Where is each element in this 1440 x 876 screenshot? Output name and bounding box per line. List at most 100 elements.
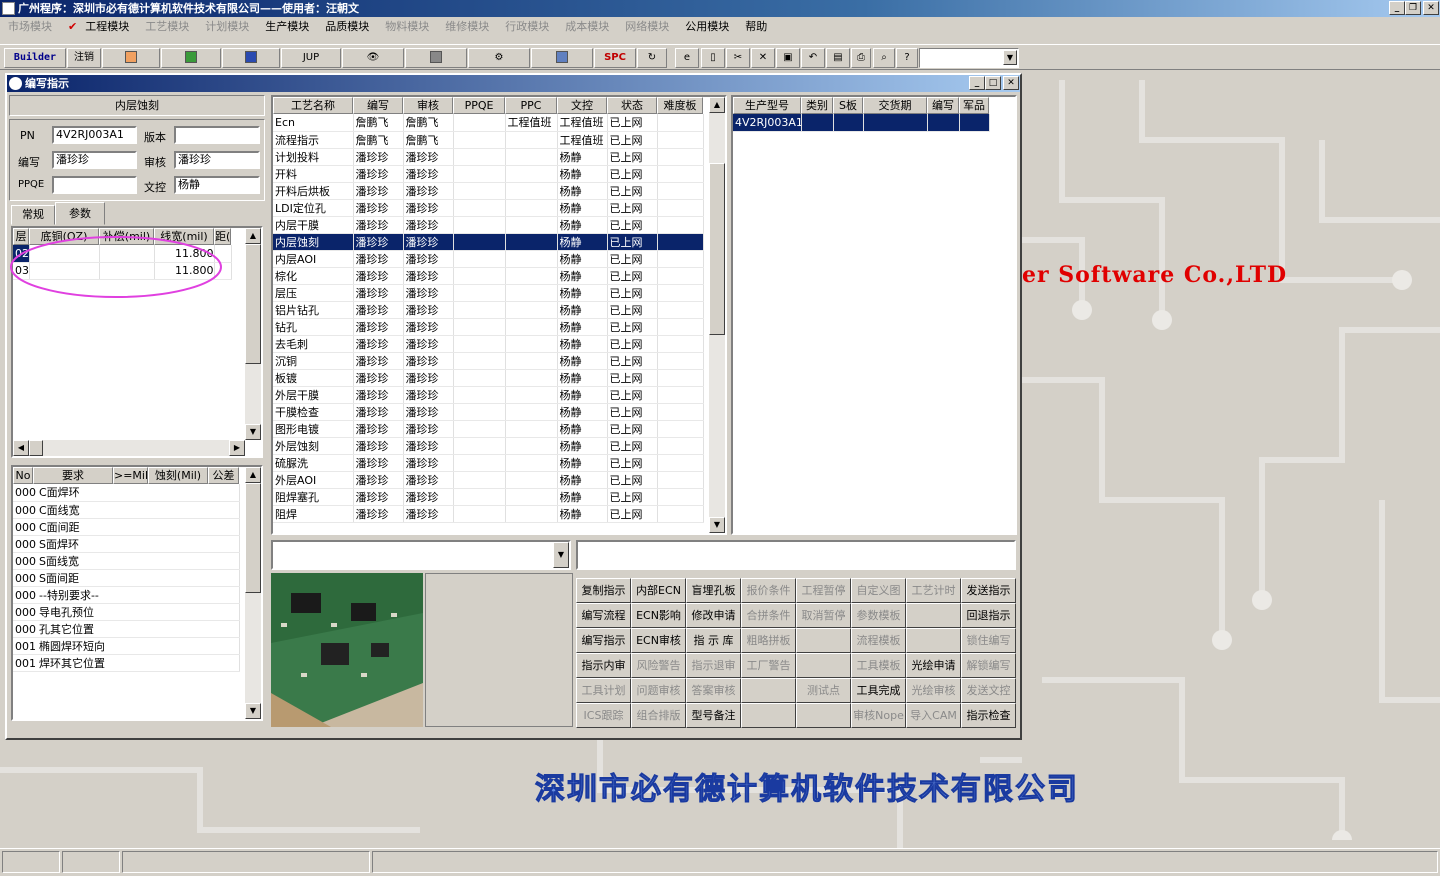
menu-item-5[interactable]: 品质模块 xyxy=(317,17,377,37)
action-button-0-7[interactable]: 发送指示 xyxy=(961,578,1016,603)
process-header-7[interactable]: 难度板 xyxy=(657,97,703,114)
chevron-down-icon[interactable]: ▼ xyxy=(553,542,569,568)
action-button-0-4[interactable]: 工程暂停 xyxy=(796,578,851,603)
action-button-0-6[interactable]: 工艺计时 xyxy=(906,578,961,603)
menu-item-1[interactable]: ✔ 工程模块 xyxy=(60,17,137,37)
action-button-5-3[interactable] xyxy=(741,703,796,728)
help-icon[interactable]: ? xyxy=(896,48,918,68)
menu-item-4[interactable]: 生产模块 xyxy=(257,17,317,37)
action-button-4-2[interactable]: 答案审核 xyxy=(686,678,741,703)
action-button-1-7[interactable]: 回退指示 xyxy=(961,603,1016,628)
action-button-4-3[interactable] xyxy=(741,678,796,703)
process-row[interactable]: 棕化 潘珍珍 潘珍珍 杨静 已上网 xyxy=(273,267,704,285)
menu-item-9[interactable]: 成本模块 xyxy=(557,17,617,37)
process-row[interactable]: Ecn 詹鹏飞 詹鹏飞 工程值班 工程值班 已上网 xyxy=(273,114,704,132)
menu-item-8[interactable]: 行政模块 xyxy=(497,17,557,37)
action-button-0-5[interactable]: 自定义图 xyxy=(851,578,906,603)
action-button-1-3[interactable]: 合拼条件 xyxy=(741,603,796,628)
req-header-3[interactable]: 蚀刻(Mil) xyxy=(148,467,208,484)
action-button-2-1[interactable]: ECN审核 xyxy=(631,628,686,653)
ppqe-field[interactable] xyxy=(52,176,137,194)
action-button-4-0[interactable]: 工具计划 xyxy=(576,678,631,703)
process-vscroll[interactable]: ▲ ▼ xyxy=(709,97,725,533)
process-row[interactable]: 开料后烘板 潘珍珍 潘珍珍 杨静 已上网 xyxy=(273,182,704,200)
product-header-0[interactable]: 生产型号 xyxy=(733,97,801,114)
req-row[interactable]: 001 焊环其它位置 xyxy=(13,654,240,672)
process-row[interactable]: 阻焊塞孔 潘珍珍 潘珍珍 杨静 已上网 xyxy=(273,488,704,506)
action-button-3-4[interactable] xyxy=(796,653,851,678)
action-button-2-0[interactable]: 编写指示 xyxy=(576,628,631,653)
action-button-5-7[interactable]: 指示检查 xyxy=(961,703,1016,728)
spc-button[interactable]: SPC xyxy=(594,48,636,68)
action-button-5-6[interactable]: 导入CAM xyxy=(906,703,961,728)
process-header-5[interactable]: 文控 xyxy=(557,97,607,114)
menu-item-0[interactable]: 市场模块 xyxy=(0,17,60,37)
req-row[interactable]: 000 C面间距 xyxy=(13,518,240,536)
action-button-5-4[interactable] xyxy=(796,703,851,728)
req-row[interactable]: 000 S面焊环 xyxy=(13,535,240,553)
remark-field[interactable] xyxy=(576,540,1016,570)
action-button-5-5[interactable]: 审核Nope xyxy=(851,703,906,728)
undo-icon[interactable]: ↶ xyxy=(801,48,825,68)
print-preview-icon[interactable]: ▤ xyxy=(826,48,850,68)
network-icon[interactable]: ⚙ xyxy=(468,48,530,68)
child-restore-button[interactable]: □ xyxy=(985,76,1001,90)
process-row[interactable]: 外层蚀刻 潘珍珍 潘珍珍 杨静 已上网 xyxy=(273,437,704,455)
action-button-3-1[interactable]: 风险警告 xyxy=(631,653,686,678)
action-button-1-6[interactable] xyxy=(906,603,961,628)
logout-button[interactable]: 注销 xyxy=(67,48,101,68)
ppt-icon[interactable] xyxy=(102,48,160,68)
process-row[interactable]: 开料 潘珍珍 潘珍珍 杨静 已上网 xyxy=(273,165,704,183)
action-button-4-4[interactable]: 测试点 xyxy=(796,678,851,703)
process-header-6[interactable]: 状态 xyxy=(607,97,657,114)
database-icon[interactable] xyxy=(405,48,467,68)
menu-item-2[interactable]: 工艺模块 xyxy=(137,17,197,37)
excel-icon[interactable] xyxy=(161,48,221,68)
eye-icon[interactable]: 👁 xyxy=(342,48,404,68)
reviewer-field[interactable]: 潘珍珍 xyxy=(174,151,260,169)
scroll-down-icon[interactable]: ▼ xyxy=(245,424,261,440)
scroll-down-icon[interactable]: ▼ xyxy=(709,517,725,533)
action-button-0-3[interactable]: 报价条件 xyxy=(741,578,796,603)
process-row[interactable]: 沉铜 潘珍珍 潘珍珍 杨静 已上网 xyxy=(273,352,704,370)
action-button-3-3[interactable]: 工厂警告 xyxy=(741,653,796,678)
action-button-3-5[interactable]: 工具模板 xyxy=(851,653,906,678)
product-header-3[interactable]: 交货期 xyxy=(863,97,927,114)
menu-item-7[interactable]: 维修模块 xyxy=(437,17,497,37)
toolbar-dropdown[interactable]: ▼ xyxy=(919,48,1019,68)
action-button-5-1[interactable]: 组合排版 xyxy=(631,703,686,728)
req-header-4[interactable]: 公差 xyxy=(208,467,239,484)
scroll-right-icon[interactable]: ▶ xyxy=(229,440,245,456)
tab-general[interactable]: 常规 xyxy=(11,205,55,225)
process-combo[interactable]: ▼ xyxy=(271,540,571,570)
restore-button[interactable]: ❐ xyxy=(1405,1,1421,15)
action-button-5-2[interactable]: 型号备注 xyxy=(686,703,741,728)
req-header-1[interactable]: 要求 xyxy=(33,467,113,484)
scroll-left-icon[interactable]: ◀ xyxy=(13,440,29,456)
process-row[interactable]: 内层干膜 潘珍珍 潘珍珍 杨静 已上网 xyxy=(273,216,704,234)
scroll-up-icon[interactable]: ▲ xyxy=(709,97,725,113)
process-row[interactable]: LDI定位孔 潘珍珍 潘珍珍 杨静 已上网 xyxy=(273,199,704,217)
menu-item-6[interactable]: 物料模块 xyxy=(377,17,437,37)
chevron-down-icon[interactable]: ▼ xyxy=(1003,50,1017,65)
process-row[interactable]: 图形电镀 潘珍珍 潘珍珍 杨静 已上网 xyxy=(273,420,704,438)
req-row[interactable]: 000 导电孔预位 xyxy=(13,603,240,621)
refresh-icon[interactable]: ↻ xyxy=(637,48,667,68)
req-row[interactable]: 000 孔其它位置 xyxy=(13,620,240,638)
builder-button[interactable]: Builder xyxy=(4,48,66,68)
ie-icon[interactable]: e xyxy=(675,48,699,68)
process-row[interactable]: 流程指示 詹鹏飞 詹鹏飞 工程值班 已上网 xyxy=(273,131,704,149)
req-row[interactable]: 000 --特别要求-- xyxy=(13,586,240,604)
scroll-up-icon[interactable]: ▲ xyxy=(245,467,261,483)
action-button-3-7[interactable]: 解锁编写 xyxy=(961,653,1016,678)
action-button-2-4[interactable] xyxy=(796,628,851,653)
computer-icon[interactable] xyxy=(531,48,593,68)
req-row[interactable]: 001 椭圆焊环短向 xyxy=(13,637,240,655)
process-row[interactable]: 阻焊 潘珍珍 潘珍珍 杨静 已上网 xyxy=(273,505,704,523)
jup-button[interactable]: JUP xyxy=(281,48,341,68)
action-button-0-2[interactable]: 盲埋孔板 xyxy=(686,578,741,603)
product-header-5[interactable]: 军品 xyxy=(959,97,989,114)
process-row[interactable]: 去毛刺 潘珍珍 潘珍珍 杨静 已上网 xyxy=(273,335,704,353)
hscroll-thumb[interactable] xyxy=(29,440,43,456)
process-row[interactable]: 计划投料 潘珍珍 潘珍珍 杨静 已上网 xyxy=(273,148,704,166)
